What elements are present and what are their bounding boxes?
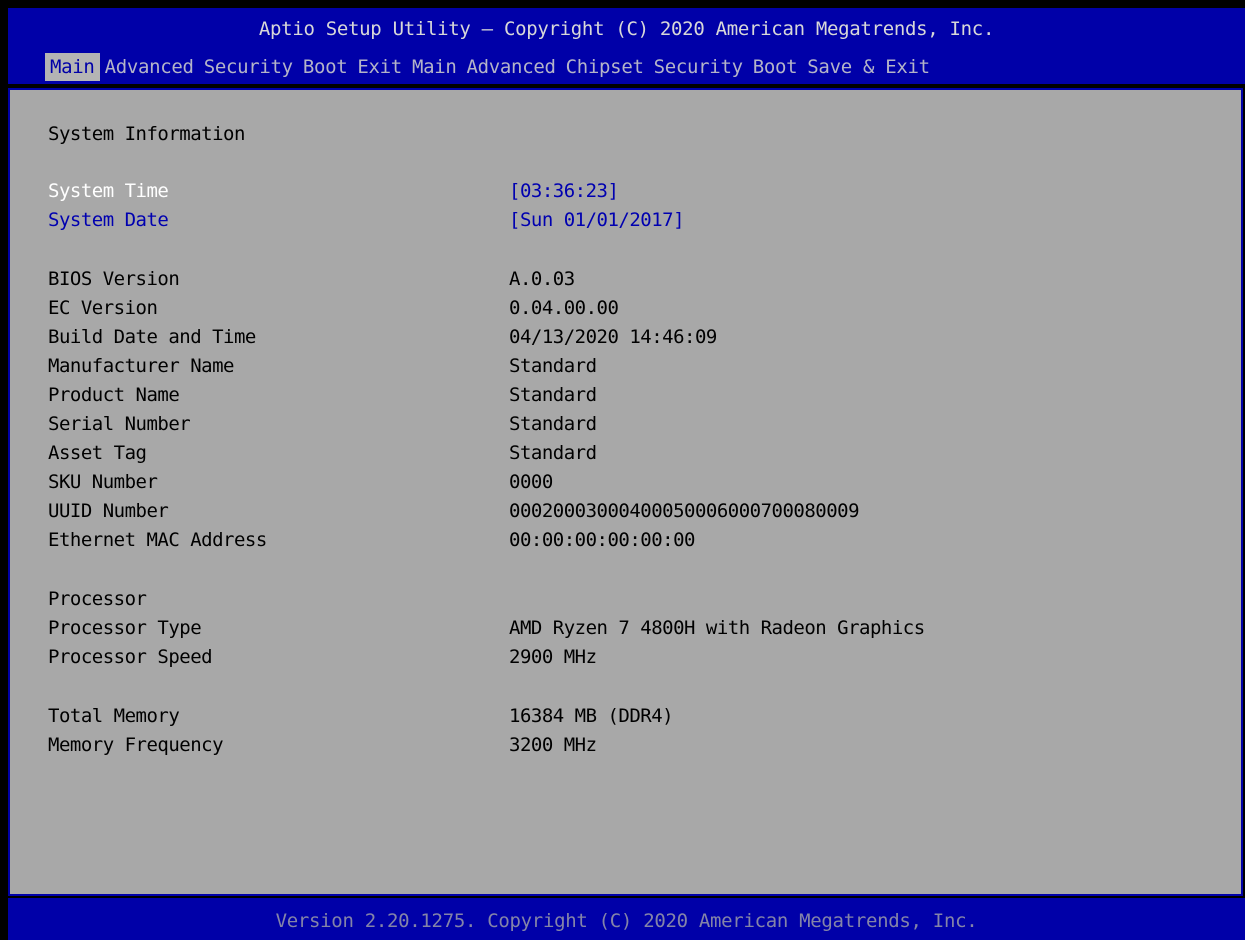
tab-advanced-2[interactable]: Advanced [462,53,561,81]
ec-version-value: 0.04.00.00 [509,297,619,319]
total-memory-value: 16384 MB (DDR4) [509,705,674,727]
memory-frequency-label: Memory Frequency [48,734,224,756]
manufacturer-name-value: Standard [509,355,597,377]
ethernet-mac-value: 00:00:00:00:00:00 [509,529,695,551]
asset-tag-label: Asset Tag [48,442,147,464]
tab-save-exit[interactable]: Save & Exit [802,53,935,81]
system-date-label[interactable]: System Date [48,208,169,232]
tab-security-2[interactable]: Security [649,53,748,81]
main-panel: System Information System Time [03:36:23… [8,88,1243,896]
uuid-number-value: 00020003000400050006000700080009 [509,500,860,522]
product-name-value: Standard [509,384,597,406]
tab-security[interactable]: Security [199,53,298,81]
processor-speed-label: Processor Speed [48,646,213,668]
processor-type-label: Processor Type [48,617,202,639]
section-title-system-information: System Information [48,123,245,145]
system-time-label[interactable]: System Time [48,179,169,203]
footer-bar: Version 2.20.1275. Copyright (C) 2020 Am… [8,898,1245,940]
build-date-value: 04/13/2020 14:46:09 [509,326,717,348]
utility-title: Aptio Setup Utility – Copyright (C) 2020… [258,18,995,40]
tab-boot[interactable]: Boot [298,53,353,81]
total-memory-label: Total Memory [48,705,180,727]
tab-advanced[interactable]: Advanced [100,53,199,81]
tab-main[interactable]: Main [45,53,100,81]
version-footer: Version 2.20.1275. Copyright (C) 2020 Am… [275,910,978,932]
system-time-value[interactable]: [03:36:23] [509,179,619,203]
serial-number-label: Serial Number [48,413,191,435]
processor-speed-value: 2900 MHz [509,646,597,668]
build-date-label: Build Date and Time [48,326,256,348]
serial-number-value: Standard [509,413,597,435]
manufacturer-name-label: Manufacturer Name [48,355,234,377]
sku-number-label: SKU Number [48,471,158,493]
bios-version-label: BIOS Version [48,268,180,290]
tab-chipset[interactable]: Chipset [561,53,649,81]
sku-number-value: 0000 [509,471,553,493]
menu-tabs: Main Advanced Security Boot Exit Main Ad… [45,53,935,81]
bios-screen: Aptio Setup Utility – Copyright (C) 2020… [8,8,1245,940]
asset-tag-value: Standard [509,442,597,464]
tab-main-2[interactable]: Main [407,53,462,81]
ec-version-label: EC Version [48,297,158,319]
header-bar: Aptio Setup Utility – Copyright (C) 2020… [8,8,1245,84]
memory-frequency-value: 3200 MHz [509,734,597,756]
processor-type-value: AMD Ryzen 7 4800H with Radeon Graphics [509,617,925,639]
processor-heading: Processor [48,588,147,610]
tab-exit[interactable]: Exit [352,53,407,81]
product-name-label: Product Name [48,384,180,406]
ethernet-mac-label: Ethernet MAC Address [48,529,267,551]
bios-version-value: A.0.03 [509,268,575,290]
system-date-value[interactable]: [Sun 01/01/2017] [509,208,685,232]
uuid-number-label: UUID Number [48,500,169,522]
tab-boot-2[interactable]: Boot [748,53,803,81]
